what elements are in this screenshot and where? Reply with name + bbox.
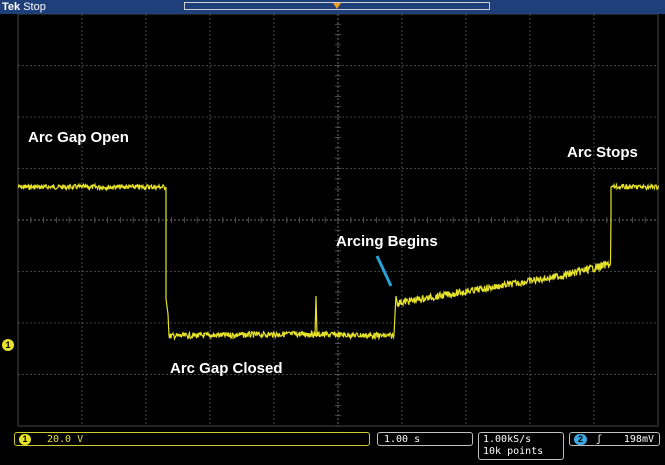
label-arcing-begins: Arcing Begins: [336, 233, 438, 250]
waveform-display: [17, 14, 660, 427]
readout-bar: 1 20.0 V 1.00 s 1.00kS/s 10k points 2 ʃ …: [0, 429, 665, 465]
trigger-source-badge: 2: [574, 434, 587, 445]
timebase-readout[interactable]: 1.00 s: [377, 432, 473, 446]
ch1-scale-value: 20.0 V: [47, 434, 84, 445]
status-bar: Tek Stop: [0, 0, 665, 14]
arcing-begins-pointer: [375, 255, 393, 287]
graticule: [17, 14, 659, 427]
tek-brand-label: Tek Stop: [2, 0, 46, 14]
acquisition-readout[interactable]: 1.00kS/s 10k points: [478, 432, 564, 460]
ch1-ground-marker[interactable]: 1: [2, 339, 14, 351]
trigger-level-value: 198mV: [623, 434, 654, 445]
ch1-badge: 1: [19, 434, 31, 445]
trigger-readout[interactable]: 2 ʃ 198mV: [569, 432, 660, 446]
label-arc-stops: Arc Stops: [567, 144, 638, 161]
timebase-value: 1.00 s: [384, 434, 421, 445]
acquisition-state: Stop: [23, 1, 46, 13]
record-length-value: 10k points: [483, 446, 544, 457]
sample-rate-value: 1.00kS/s: [483, 434, 532, 445]
ch1-scale-readout[interactable]: 1 20.0 V: [14, 432, 370, 446]
trigger-position-icon[interactable]: [333, 3, 341, 9]
label-arc-gap-closed: Arc Gap Closed: [170, 360, 283, 377]
brand-text: Tek: [2, 1, 21, 13]
trigger-slope-icon: ʃ: [596, 434, 603, 445]
label-arc-gap-open: Arc Gap Open: [28, 129, 129, 146]
